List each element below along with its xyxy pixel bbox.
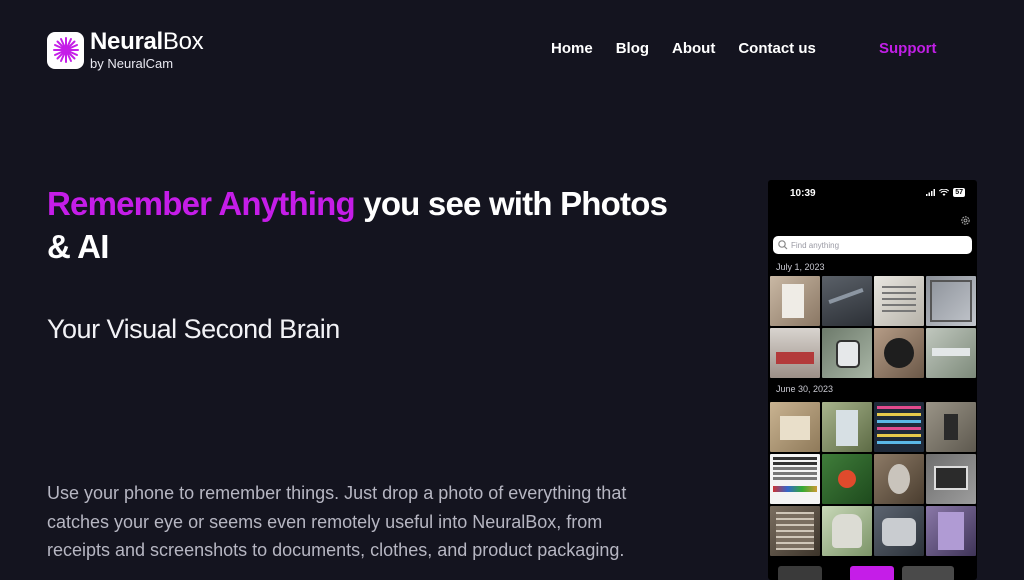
section-date: June 30, 2023	[776, 384, 834, 394]
search-icon	[778, 240, 788, 250]
logo-name: NeuralBox	[90, 28, 204, 55]
photo-thumbnail[interactable]	[770, 328, 820, 378]
status-time: 10:39	[790, 188, 816, 199]
nav-about[interactable]: About	[672, 40, 715, 57]
photo-thumbnail[interactable]	[770, 276, 820, 326]
hero-subtitle: Your Visual Second Brain	[47, 314, 340, 344]
photo-thumbnail[interactable]	[874, 402, 924, 452]
photo-thumbnail[interactable]	[822, 454, 872, 504]
photo-thumbnail[interactable]	[822, 402, 872, 452]
photo-thumbnail[interactable]	[874, 328, 924, 378]
headline-accent: Remember Anything	[47, 185, 356, 222]
photo-thumbnail[interactable]	[926, 454, 976, 504]
hero-description: Use your phone to remember things. Just …	[47, 483, 627, 560]
photo-thumbnail[interactable]	[770, 506, 820, 556]
photo-grid	[770, 276, 976, 378]
wifi-icon	[939, 189, 950, 196]
hero-headline: Remember Anything you see with Photos & …	[47, 182, 687, 268]
nav-home[interactable]: Home	[551, 40, 593, 57]
photo-thumbnail[interactable]	[822, 276, 872, 326]
photo-grid	[770, 402, 976, 556]
gear-icon[interactable]	[960, 213, 971, 231]
logo-subtitle: by NeuralCam	[90, 56, 174, 71]
photo-thumbnail[interactable]	[874, 276, 924, 326]
search-bar[interactable]	[773, 236, 972, 254]
nav-support[interactable]: Support	[879, 40, 937, 57]
photo-thumbnail[interactable]	[926, 276, 976, 326]
battery-icon: 57	[953, 188, 965, 197]
phone-mockup: 10:39 57 July 1, 2023 June 30, 2023	[768, 180, 977, 580]
section-date: July 1, 2023	[776, 262, 825, 272]
brand-logo[interactable]: NeuralBox by NeuralCam	[47, 28, 204, 71]
nav-blog[interactable]: Blog	[616, 40, 649, 57]
tab-button[interactable]	[778, 566, 822, 580]
photo-thumbnail[interactable]	[926, 506, 976, 556]
photo-thumbnail[interactable]	[874, 454, 924, 504]
photo-thumbnail[interactable]	[874, 506, 924, 556]
status-icons: 57	[926, 188, 965, 197]
search-input[interactable]	[789, 240, 961, 250]
photo-thumbnail[interactable]	[822, 506, 872, 556]
tab-bar	[768, 564, 977, 580]
photo-thumbnail[interactable]	[926, 328, 976, 378]
nav-contact[interactable]: Contact us	[738, 40, 816, 57]
signal-icon	[926, 189, 936, 196]
neuralbox-logo-icon	[47, 31, 84, 69]
tab-button[interactable]	[902, 566, 954, 580]
main-nav: Home Blog About Contact us	[551, 40, 839, 57]
photo-thumbnail[interactable]	[770, 454, 820, 504]
photo-thumbnail[interactable]	[926, 402, 976, 452]
tab-button-active[interactable]	[850, 566, 894, 580]
photo-thumbnail[interactable]	[822, 328, 872, 378]
photo-thumbnail[interactable]	[770, 402, 820, 452]
